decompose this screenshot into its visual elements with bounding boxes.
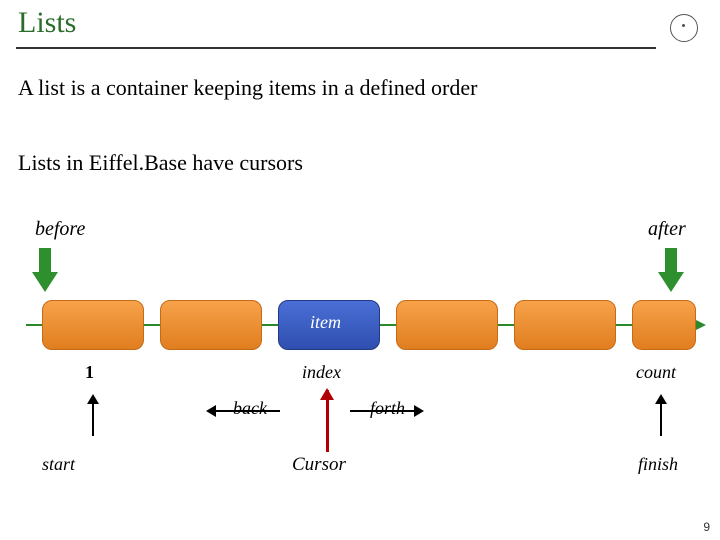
arrow-up-one-icon xyxy=(92,396,94,436)
cursor-arrow-icon xyxy=(326,390,329,452)
list-item-6 xyxy=(632,300,696,350)
before-arrow-icon xyxy=(32,248,58,296)
label-count: count xyxy=(636,362,676,383)
page-number: 9 xyxy=(703,520,710,534)
list-item-5 xyxy=(514,300,616,350)
body-line-2: Lists in Eiffel.Base have cursors xyxy=(18,150,303,176)
label-index: index xyxy=(302,362,341,383)
label-start: start xyxy=(42,454,75,475)
label-item: item xyxy=(310,312,341,333)
slide-title: Lists xyxy=(18,6,76,40)
list-item-2 xyxy=(160,300,262,350)
label-back: back xyxy=(233,398,267,419)
title-underline xyxy=(16,47,656,49)
label-finish: finish xyxy=(638,454,678,475)
after-arrow-icon xyxy=(658,248,684,296)
list-item-1 xyxy=(42,300,144,350)
label-cursor: Cursor xyxy=(292,454,346,476)
label-one: 1 xyxy=(85,362,94,383)
list-item-4 xyxy=(396,300,498,350)
label-after: after xyxy=(648,218,686,241)
arrow-up-count-icon xyxy=(660,396,662,436)
label-forth: forth xyxy=(370,398,405,419)
slide-root: Lists A list is a container keeping item… xyxy=(0,0,720,540)
logo-icon xyxy=(670,14,698,42)
body-line-1: A list is a container keeping items in a… xyxy=(18,75,477,101)
list-boxes-row xyxy=(0,300,720,350)
label-before: before xyxy=(35,218,85,241)
